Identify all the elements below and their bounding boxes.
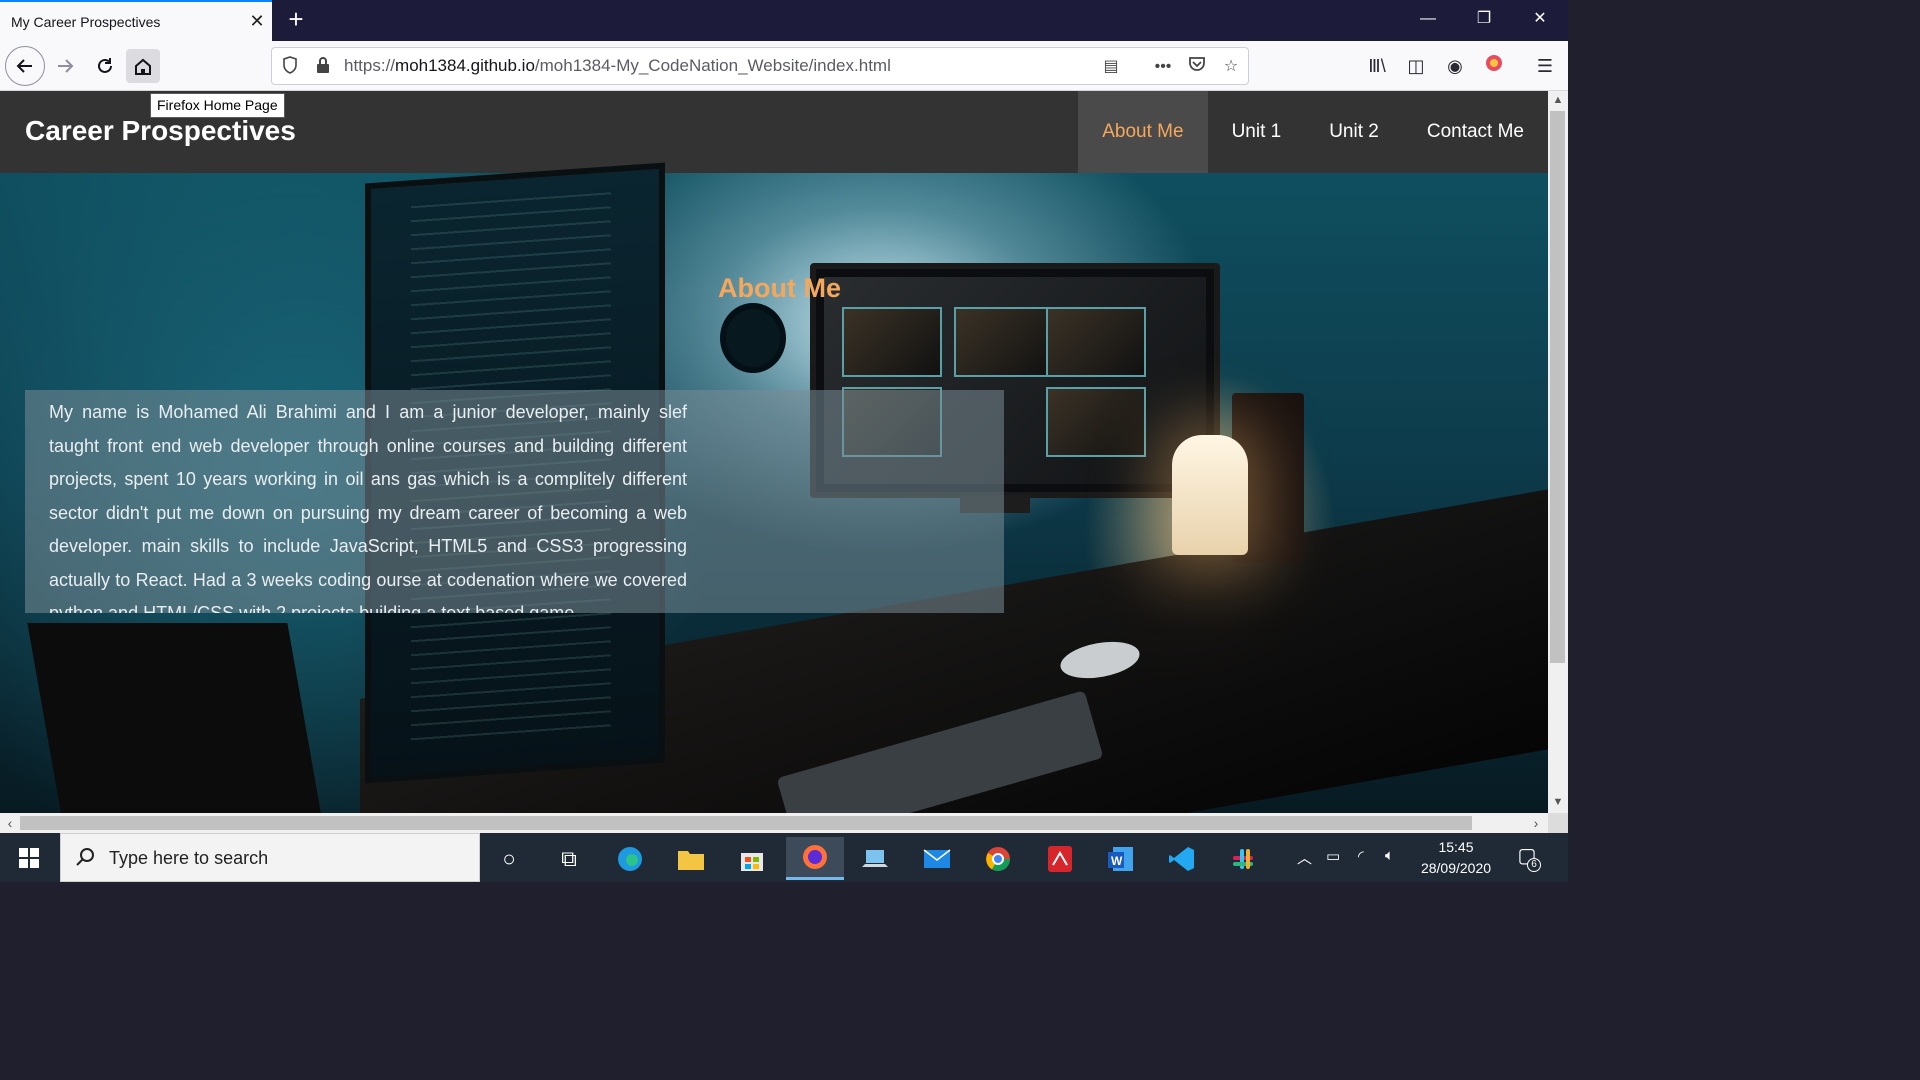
web-page: Career Prospectives About Me Unit 1 Unit… [0, 91, 1548, 813]
close-icon[interactable]: ✕ [242, 11, 272, 32]
word-icon[interactable]: W [1092, 837, 1150, 880]
speaker-volume-icon[interactable]: 🔈︎ [1385, 847, 1394, 864]
mail-icon[interactable] [908, 837, 966, 880]
taskbar-search-input[interactable]: Type here to search [60, 833, 480, 882]
horizontal-scrollbar[interactable]: ‹ › [0, 813, 1548, 833]
nav-about-me[interactable]: About Me [1078, 91, 1208, 173]
sidebar-icon[interactable]: ◫ [1403, 53, 1429, 79]
search-placeholder: Type here to search [109, 848, 269, 868]
vscode-icon[interactable] [1153, 837, 1211, 880]
screen-artwork [954, 307, 1054, 377]
screen-artwork [1046, 307, 1146, 377]
clock-date: 28/09/2020 [1420, 860, 1492, 876]
svg-text:W: W [1111, 854, 1123, 868]
tab-bar: My Career Prospectives ✕ + — ❐ ✕ [0, 0, 1568, 41]
scroll-left-icon[interactable]: ‹ [0, 813, 20, 833]
system-clock[interactable]: 15:45 28/09/2020 [1412, 837, 1500, 879]
pocket-icon[interactable] [1186, 56, 1208, 78]
speaker-image-part [27, 623, 323, 813]
about-paragraph: My name is Mohamed Ali Brahimi and I am … [49, 402, 687, 613]
site-nav: About Me Unit 1 Unit 2 Contact Me [1078, 91, 1548, 173]
minimize-icon[interactable]: — [1400, 0, 1456, 40]
hero-background-image: About Me My name is Mohamed Ali Brahimi … [0, 162, 1548, 813]
slack-icon[interactable] [1214, 837, 1272, 880]
task-view-icon[interactable]: ⧉ [540, 837, 598, 880]
back-arrow-icon[interactable] [5, 46, 45, 86]
reader-view-icon[interactable]: ▤ [1100, 56, 1122, 78]
browser-tab[interactable]: My Career Prospectives ✕ [0, 0, 272, 41]
chevron-up-icon[interactable]: ︿ [1297, 847, 1312, 868]
battery-icon[interactable]: ▭ [1326, 847, 1340, 865]
shield-icon[interactable] [279, 56, 301, 78]
nav-unit-2[interactable]: Unit 2 [1305, 91, 1403, 173]
forward-arrow-icon[interactable] [46, 47, 84, 85]
laptop-app-icon[interactable] [846, 837, 904, 880]
store-icon[interactable] [723, 837, 781, 880]
hamburger-menu-icon[interactable]: ☰ [1532, 53, 1558, 79]
extension-icon[interactable] [1481, 53, 1507, 79]
lamp-image-part [1172, 435, 1248, 555]
file-explorer-icon[interactable] [662, 837, 720, 880]
scroll-down-icon[interactable]: ▼ [1548, 793, 1568, 811]
plus-icon[interactable]: + [282, 5, 310, 33]
url-text: https://moh1384.github.io/moh1384-My_Cod… [344, 56, 891, 75]
acrobat-icon[interactable] [1031, 837, 1089, 880]
about-heading: About Me [718, 273, 841, 303]
restore-icon[interactable]: ❐ [1456, 0, 1512, 40]
search-icon [75, 846, 99, 870]
lock-icon[interactable] [312, 56, 334, 78]
nav-contact-me[interactable]: Contact Me [1403, 91, 1548, 173]
site-brand[interactable]: Career Prospectives [25, 115, 296, 147]
navigation-toolbar: https://moh1384.github.io/moh1384-My_Cod… [0, 41, 1568, 91]
screen-artwork [1046, 387, 1146, 457]
tooltip: Firefox Home Page [150, 93, 285, 118]
screen-artwork [842, 307, 942, 377]
scroll-up-icon[interactable]: ▲ [1548, 91, 1568, 109]
notification-count: 6 [1527, 858, 1541, 872]
chrome-icon[interactable] [969, 837, 1027, 880]
nav-unit-1[interactable]: Unit 1 [1208, 91, 1306, 173]
windows-start-icon[interactable] [0, 833, 58, 882]
more-actions-icon[interactable]: ••• [1152, 56, 1174, 78]
clock-time: 15:45 [1438, 839, 1474, 855]
cortana-icon[interactable]: ○ [480, 837, 538, 880]
bookmark-star-icon[interactable]: ☆ [1220, 56, 1242, 78]
tab-title: My Career Prospectives [11, 13, 161, 30]
about-text-box: My name is Mohamed Ali Brahimi and I am … [25, 390, 1004, 613]
scrollbar-thumb[interactable] [1550, 111, 1565, 663]
home-icon[interactable] [126, 49, 160, 83]
account-icon[interactable]: ◉ [1442, 53, 1468, 79]
vertical-scrollbar[interactable]: ▲ ▼ [1548, 91, 1568, 813]
edge-icon[interactable] [601, 837, 659, 880]
wifi-icon[interactable]: ◜ [1358, 847, 1364, 865]
microphone-image-part [720, 303, 786, 373]
scrollbar-corner [1548, 813, 1568, 833]
scrollbar-thumb[interactable] [20, 816, 1472, 830]
window-close-icon[interactable]: ✕ [1512, 0, 1568, 40]
reload-icon[interactable] [86, 47, 124, 85]
windows-taskbar: Type here to search ○ ⧉ W ︿ ▭ ◜ 🔈︎ 15:45… [0, 833, 1568, 882]
url-bar[interactable]: https://moh1384.github.io/moh1384-My_Cod… [271, 47, 1249, 85]
scroll-right-icon[interactable]: › [1526, 813, 1546, 833]
firefox-icon[interactable] [786, 837, 844, 880]
library-icon[interactable]: Ⅲ\ [1364, 53, 1390, 79]
